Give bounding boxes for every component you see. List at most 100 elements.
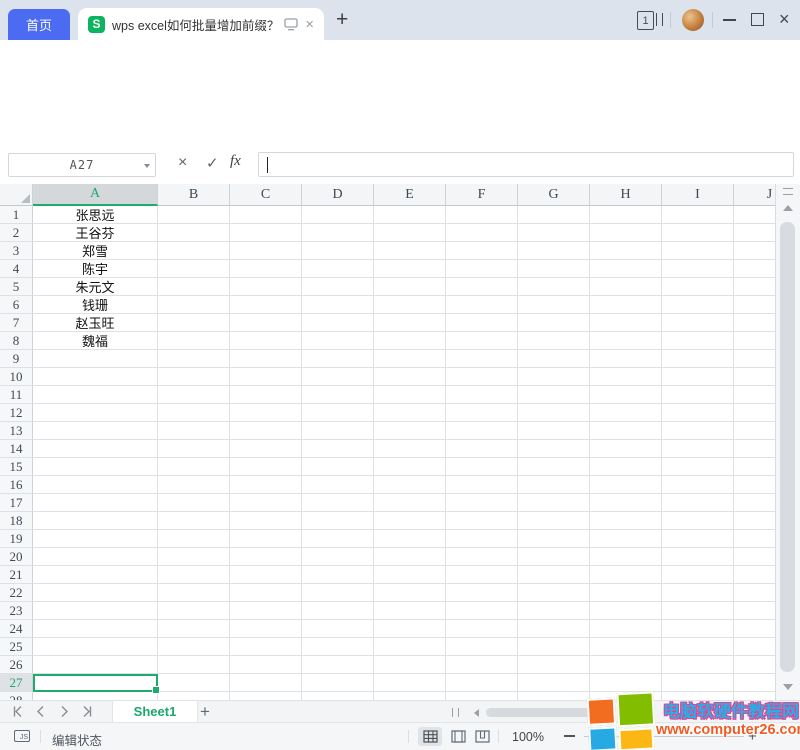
- row-header-14[interactable]: 14: [0, 440, 33, 458]
- cell-H5[interactable]: [590, 278, 662, 296]
- cell-E17[interactable]: [374, 494, 446, 512]
- cell-B26[interactable]: [158, 656, 230, 674]
- cell-F13[interactable]: [446, 422, 518, 440]
- cell-A28[interactable]: [33, 692, 158, 700]
- cell-D26[interactable]: [302, 656, 374, 674]
- cell-C28[interactable]: [230, 692, 302, 700]
- new-tab-button[interactable]: +: [336, 8, 348, 32]
- cell-D15[interactable]: [302, 458, 374, 476]
- cell-C14[interactable]: [230, 440, 302, 458]
- cell-A21[interactable]: [33, 566, 158, 584]
- cell-D14[interactable]: [302, 440, 374, 458]
- cell-H15[interactable]: [590, 458, 662, 476]
- cell-G12[interactable]: [518, 404, 590, 422]
- cell-G27[interactable]: [518, 674, 590, 692]
- cell-I10[interactable]: [662, 368, 734, 386]
- cell-H13[interactable]: [590, 422, 662, 440]
- row-header-27[interactable]: 27: [0, 674, 33, 692]
- cell-B17[interactable]: [158, 494, 230, 512]
- cell-J26[interactable]: [734, 656, 775, 674]
- cell-I11[interactable]: [662, 386, 734, 404]
- cell-H8[interactable]: [590, 332, 662, 350]
- cell-H24[interactable]: [590, 620, 662, 638]
- insert-function-icon[interactable]: fx: [230, 153, 241, 170]
- cell-J21[interactable]: [734, 566, 775, 584]
- cell-G15[interactable]: [518, 458, 590, 476]
- cell-F25[interactable]: [446, 638, 518, 656]
- vertical-scrollbar[interactable]: [775, 184, 800, 700]
- cell-C27[interactable]: [230, 674, 302, 692]
- row-header-21[interactable]: 21: [0, 566, 33, 584]
- normal-view-button[interactable]: [418, 727, 442, 746]
- cell-B14[interactable]: [158, 440, 230, 458]
- row-header-26[interactable]: 26: [0, 656, 33, 674]
- cell-J11[interactable]: [734, 386, 775, 404]
- scroll-down-icon[interactable]: [783, 684, 793, 695]
- cell-E4[interactable]: [374, 260, 446, 278]
- cell-B7[interactable]: [158, 314, 230, 332]
- cell-G4[interactable]: [518, 260, 590, 278]
- cell-J17[interactable]: [734, 494, 775, 512]
- cell-C21[interactable]: [230, 566, 302, 584]
- cell-G26[interactable]: [518, 656, 590, 674]
- row-header-5[interactable]: 5: [0, 278, 33, 296]
- cell-D24[interactable]: [302, 620, 374, 638]
- cell-B23[interactable]: [158, 602, 230, 620]
- cell-H7[interactable]: [590, 314, 662, 332]
- cell-E28[interactable]: [374, 692, 446, 700]
- cell-A26[interactable]: [33, 656, 158, 674]
- cell-D19[interactable]: [302, 530, 374, 548]
- cancel-entry-icon[interactable]: ×: [178, 154, 187, 172]
- cell-B15[interactable]: [158, 458, 230, 476]
- cell-D13[interactable]: [302, 422, 374, 440]
- cell-H3[interactable]: [590, 242, 662, 260]
- previous-sheet-icon[interactable]: [34, 705, 47, 718]
- cell-A22[interactable]: [33, 584, 158, 602]
- cell-H12[interactable]: [590, 404, 662, 422]
- cell-I13[interactable]: [662, 422, 734, 440]
- cell-B20[interactable]: [158, 548, 230, 566]
- cell-B21[interactable]: [158, 566, 230, 584]
- cell-C1[interactable]: [230, 206, 302, 224]
- horizontal-split-handle[interactable]: [452, 708, 459, 717]
- cell-A25[interactable]: [33, 638, 158, 656]
- cell-F17[interactable]: [446, 494, 518, 512]
- cell-C25[interactable]: [230, 638, 302, 656]
- row-header-1[interactable]: 1: [0, 206, 33, 224]
- cell-J6[interactable]: [734, 296, 775, 314]
- window-maximize-button[interactable]: [751, 13, 764, 26]
- cell-J13[interactable]: [734, 422, 775, 440]
- cell-E15[interactable]: [374, 458, 446, 476]
- row-header-12[interactable]: 12: [0, 404, 33, 422]
- cell-J18[interactable]: [734, 512, 775, 530]
- row-header-9[interactable]: 9: [0, 350, 33, 368]
- cell-A6[interactable]: 钱珊: [33, 296, 158, 314]
- cell-E22[interactable]: [374, 584, 446, 602]
- cell-E2[interactable]: [374, 224, 446, 242]
- cell-I3[interactable]: [662, 242, 734, 260]
- cell-G8[interactable]: [518, 332, 590, 350]
- cell-F10[interactable]: [446, 368, 518, 386]
- cell-A8[interactable]: 魏福: [33, 332, 158, 350]
- row-header-18[interactable]: 18: [0, 512, 33, 530]
- cell-A27[interactable]: [33, 674, 158, 692]
- cell-I19[interactable]: [662, 530, 734, 548]
- zoom-slider-track[interactable]: [584, 736, 744, 737]
- cell-B11[interactable]: [158, 386, 230, 404]
- column-header-H[interactable]: H: [590, 184, 662, 206]
- cell-B12[interactable]: [158, 404, 230, 422]
- cell-F16[interactable]: [446, 476, 518, 494]
- cell-H23[interactable]: [590, 602, 662, 620]
- cell-I1[interactable]: [662, 206, 734, 224]
- column-header-I[interactable]: I: [662, 184, 734, 206]
- row-header-4[interactable]: 4: [0, 260, 33, 278]
- cell-G10[interactable]: [518, 368, 590, 386]
- row-header-8[interactable]: 8: [0, 332, 33, 350]
- cell-C2[interactable]: [230, 224, 302, 242]
- horizontal-scroll-thumb[interactable]: [486, 708, 592, 717]
- cell-B9[interactable]: [158, 350, 230, 368]
- cell-C15[interactable]: [230, 458, 302, 476]
- window-close-button[interactable]: ×: [779, 10, 790, 28]
- cell-E14[interactable]: [374, 440, 446, 458]
- cell-C16[interactable]: [230, 476, 302, 494]
